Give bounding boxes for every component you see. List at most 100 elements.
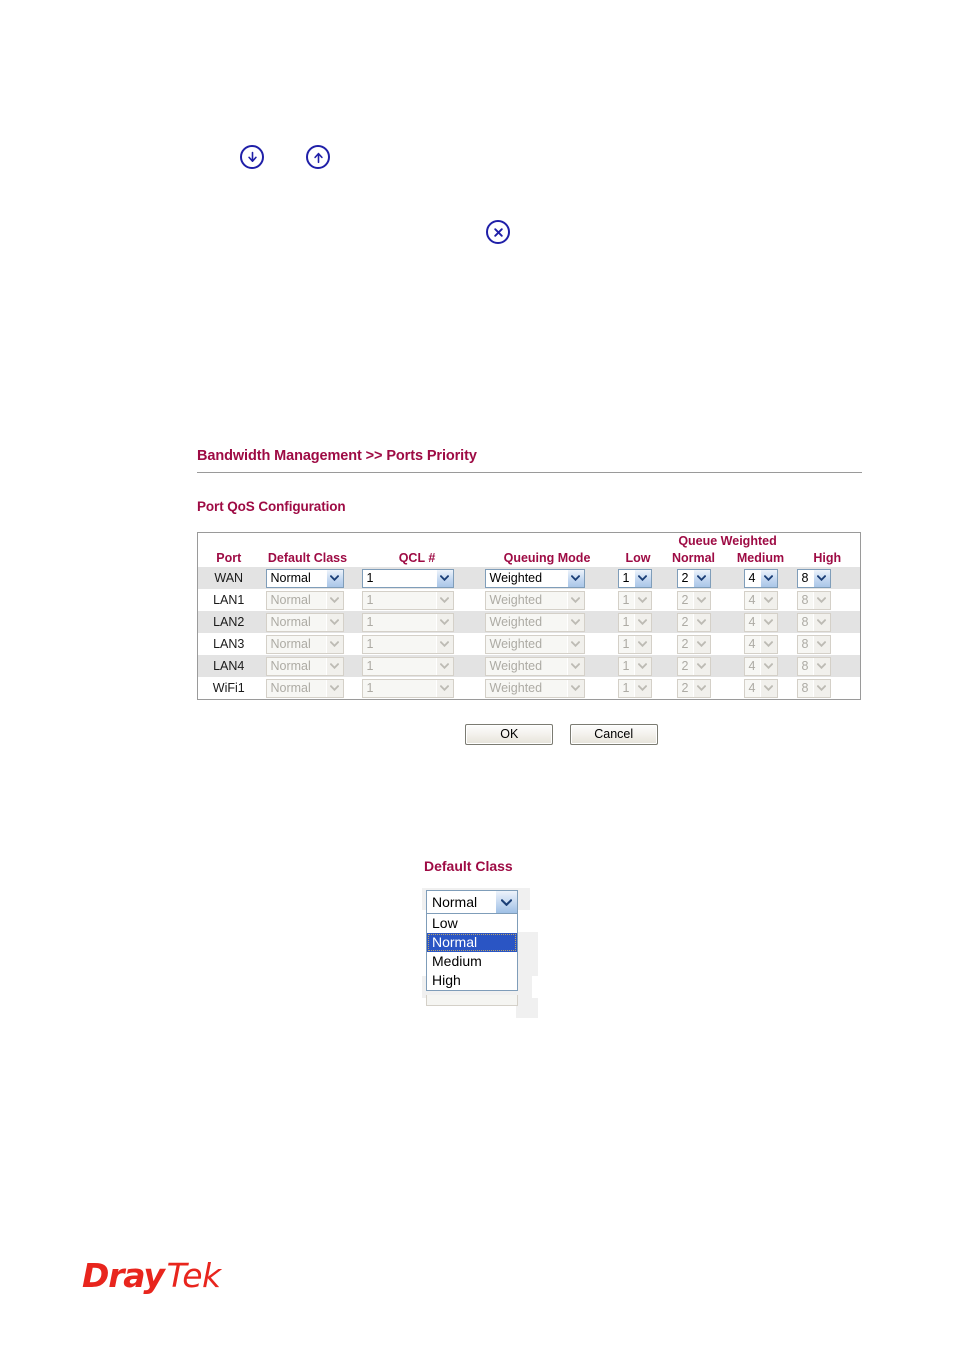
- select-normal: 2: [676, 612, 711, 632]
- chevron-down-icon[interactable]: [812, 569, 830, 587]
- dropdown-option[interactable]: Medium: [427, 952, 517, 971]
- cell-default-class: Normal: [259, 589, 356, 611]
- logo-tek: Tek: [166, 1256, 222, 1295]
- cancel-button[interactable]: Cancel: [569, 724, 658, 745]
- chevron-down-icon: [759, 591, 777, 609]
- chevron-down-icon: [812, 635, 830, 653]
- chevron-down-icon[interactable]: [759, 569, 777, 587]
- select-queuing-mode-value: Weighted: [489, 681, 543, 695]
- cell-medium: 4: [726, 611, 795, 633]
- select-low: 1: [617, 678, 652, 698]
- chevron-down-icon: [325, 635, 343, 653]
- chevron-down-icon[interactable]: [633, 569, 651, 587]
- dropdown-tail-remnant: [426, 995, 518, 1006]
- cell-high: 8: [794, 655, 861, 677]
- title-divider: [197, 472, 862, 473]
- select-qcl: 1: [361, 634, 454, 654]
- cell-queuing-mode: Weighted: [478, 633, 616, 655]
- select-low[interactable]: 1: [617, 568, 652, 588]
- form-actions: OK Cancel: [197, 724, 862, 745]
- chevron-down-icon: [435, 657, 453, 675]
- draytek-logo: DrayTek: [82, 1256, 221, 1295]
- select-queuing-mode: Weighted: [484, 612, 585, 632]
- select-qcl: 1: [361, 612, 454, 632]
- chevron-down-icon: [325, 591, 343, 609]
- chevron-down-icon: [566, 679, 584, 697]
- cell-medium: 4: [726, 655, 795, 677]
- select-high: 8: [796, 678, 831, 698]
- delete-circle-icon[interactable]: [486, 220, 510, 244]
- select-normal-value: 2: [681, 615, 689, 629]
- chevron-down-icon: [633, 657, 651, 675]
- select-qcl-value: 1: [366, 571, 374, 585]
- cell-port: WiFi1: [197, 677, 260, 700]
- dropdown-option[interactable]: Normal: [427, 933, 517, 952]
- select-qcl[interactable]: 1: [361, 568, 454, 588]
- cell-qcl: 1: [355, 633, 479, 655]
- select-normal-value: 2: [681, 593, 689, 607]
- cell-normal: 2: [660, 567, 727, 589]
- header-port: Port: [216, 551, 242, 565]
- select-normal: 2: [676, 678, 711, 698]
- dropdown-option[interactable]: High: [427, 971, 517, 990]
- select-high-value: 8: [801, 681, 809, 695]
- select-queuing-mode-value: Weighted: [489, 659, 543, 673]
- upload-circle-icon[interactable]: [306, 145, 330, 169]
- select-low: 1: [617, 656, 652, 676]
- cell-medium: 4: [726, 677, 795, 700]
- cell-queuing-mode: Weighted: [478, 567, 616, 589]
- cell-qcl: 1: [355, 567, 479, 589]
- cell-low: 1: [615, 567, 661, 589]
- chevron-down-icon: [812, 657, 830, 675]
- select-medium[interactable]: 4: [743, 568, 778, 588]
- cell-high: 8: [794, 611, 861, 633]
- chevron-down-icon[interactable]: [325, 569, 343, 587]
- cell-port: LAN3: [197, 633, 260, 655]
- default-class-label: Default Class: [424, 858, 513, 874]
- chevron-down-icon: [633, 679, 651, 697]
- select-high-value: 8: [801, 659, 809, 673]
- select-qcl-value: 1: [366, 615, 374, 629]
- chevron-down-icon: [325, 613, 343, 631]
- cell-queuing-mode: Weighted: [478, 589, 616, 611]
- cell-low: 1: [615, 633, 661, 655]
- select-medium-value: 4: [748, 571, 756, 585]
- select-low: 1: [617, 634, 652, 654]
- select-high[interactable]: 8: [796, 568, 831, 588]
- select-normal-value: 2: [681, 659, 689, 673]
- dropdown-option[interactable]: Low: [427, 914, 517, 933]
- select-queuing-mode-value: Weighted: [489, 637, 543, 651]
- select-medium: 4: [743, 678, 778, 698]
- cell-medium: 4: [726, 633, 795, 655]
- select-default-class[interactable]: Normal: [265, 568, 344, 588]
- select-medium: 4: [743, 590, 778, 610]
- chevron-down-icon[interactable]: [435, 569, 453, 587]
- chevron-down-icon[interactable]: [692, 569, 710, 587]
- select-queuing-mode: Weighted: [484, 590, 585, 610]
- select-queuing-mode[interactable]: Weighted: [484, 568, 585, 588]
- table-body: WAN Normal 1 Weighted 1 2 4 8 LAN1 Normal 1 Weighte…: [197, 567, 861, 700]
- default-class-option-list[interactable]: Low Normal Medium High: [426, 914, 518, 991]
- select-medium-value: 4: [748, 593, 756, 607]
- chevron-down-icon: [435, 591, 453, 609]
- select-default-class: Normal: [265, 678, 344, 698]
- chevron-down-icon: [633, 613, 651, 631]
- chevron-down-icon[interactable]: [566, 569, 584, 587]
- download-circle-icon[interactable]: [240, 145, 264, 169]
- select-queuing-mode: Weighted: [484, 634, 585, 654]
- table-row: LAN4 Normal 1 Weighted 1 2 4 8: [197, 655, 861, 677]
- cell-port: LAN1: [197, 589, 260, 611]
- select-low-value: 1: [622, 681, 630, 695]
- header-high: High: [813, 551, 842, 565]
- cell-low: 1: [615, 611, 661, 633]
- select-default-class-value: Normal: [270, 571, 311, 585]
- chevron-down-icon[interactable]: [495, 891, 517, 913]
- select-medium: 4: [743, 634, 778, 654]
- default-class-select[interactable]: Normal: [426, 890, 518, 914]
- select-medium: 4: [743, 612, 778, 632]
- select-normal[interactable]: 2: [676, 568, 711, 588]
- cell-port: LAN4: [197, 655, 260, 677]
- select-low-value: 1: [622, 571, 630, 585]
- cell-port: LAN2: [197, 611, 260, 633]
- ok-button[interactable]: OK: [465, 724, 554, 745]
